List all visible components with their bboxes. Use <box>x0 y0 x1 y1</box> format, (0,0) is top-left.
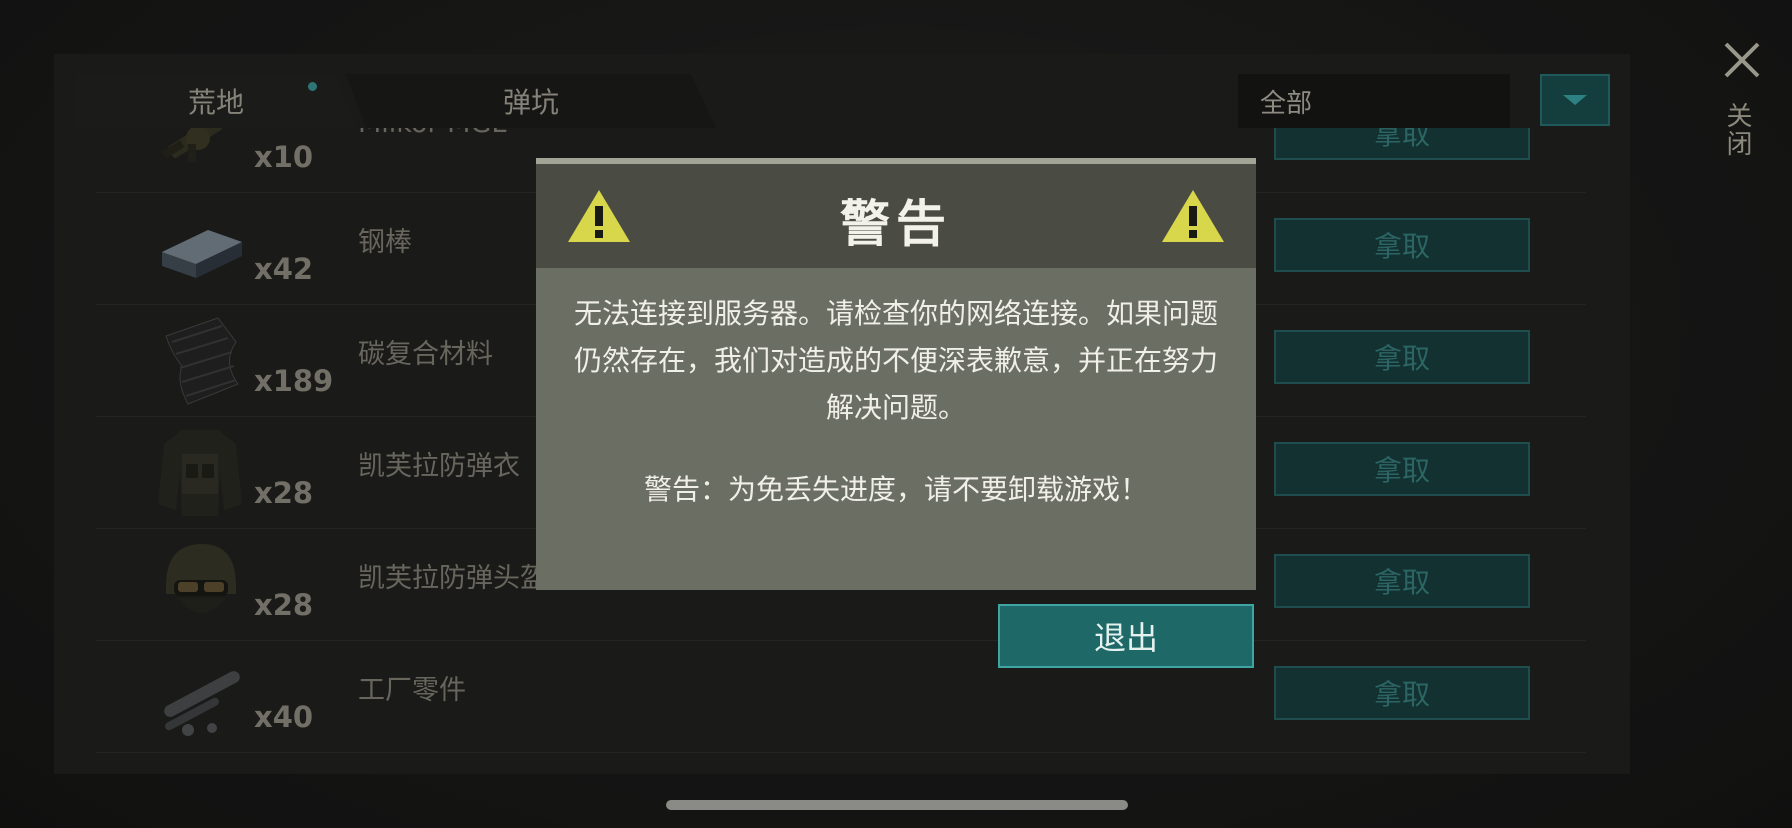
warning-dialog: 警告 无法连接到服务器。请检查你的网络连接。如果问题仍然存在，我们对造成的不便深… <box>536 158 1256 590</box>
exit-button-label: 退出 <box>1093 619 1158 657</box>
close-label[interactable]: 关闭 <box>1722 102 1756 158</box>
dialog-warning-text: 警告：为免丢失进度，请不要卸载游戏！ <box>643 473 1148 506</box>
game-screen: 荒地 弹坑 全部 x10 Milkor MGL 拿取 <box>0 0 1792 828</box>
close-icon[interactable] <box>1720 38 1764 82</box>
dialog-title: 警告 <box>840 195 952 253</box>
dialog-message: 无法连接到服务器。请检查你的网络连接。如果问题仍然存在，我们对造成的不便深表歉意… <box>573 297 1218 424</box>
dialog-header: 警告 <box>536 164 1256 268</box>
exit-button[interactable]: 退出 <box>998 604 1254 668</box>
home-indicator[interactable] <box>666 800 1128 810</box>
warning-icon <box>1162 190 1224 242</box>
